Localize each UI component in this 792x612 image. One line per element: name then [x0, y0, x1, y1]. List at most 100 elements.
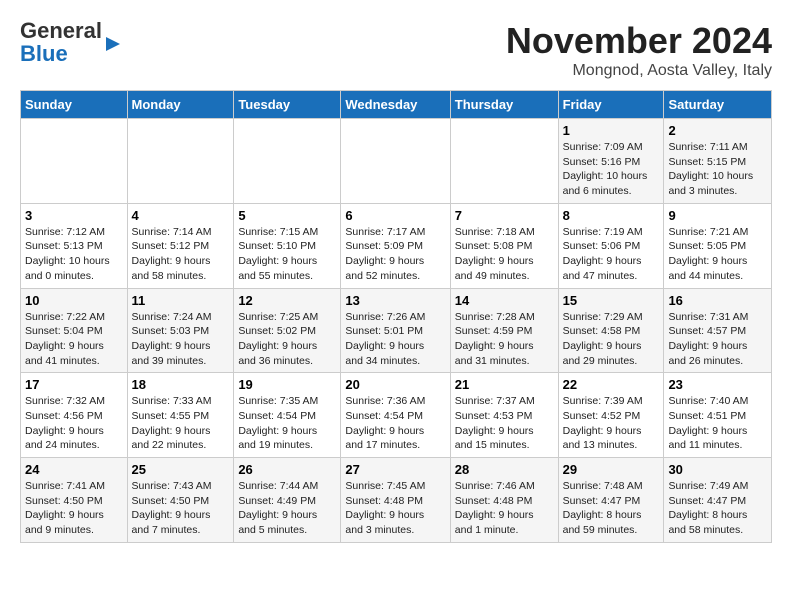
calendar-cell: 17Sunrise: 7:32 AM Sunset: 4:56 PM Dayli…: [21, 373, 128, 458]
calendar-week-row: 24Sunrise: 7:41 AM Sunset: 4:50 PM Dayli…: [21, 458, 772, 543]
day-number: 8: [563, 208, 660, 223]
calendar-cell: [450, 119, 558, 204]
calendar-week-row: 1 Sunrise: 7:09 AM Sunset: 5:16 PM Daylig…: [21, 119, 772, 204]
day-number: 18: [132, 377, 230, 392]
day-info: Sunrise: 7:31 AM Sunset: 4:57 PM Dayligh…: [668, 310, 767, 369]
calendar-cell: 14 Sunrise: 7:28 AM Sunset: 4:59 PM Dayli…: [450, 288, 558, 373]
calendar-cell: 2Sunrise: 7:11 AM Sunset: 5:15 PM Daylig…: [664, 119, 772, 204]
day-number: 22: [563, 377, 660, 392]
day-number: 7: [455, 208, 554, 223]
day-info: Sunrise: 7:48 AM Sunset: 4:47 PM Dayligh…: [563, 479, 660, 538]
day-number: 1: [563, 123, 660, 138]
day-number: 3: [25, 208, 123, 223]
day-number: 10: [25, 293, 123, 308]
calendar-cell: 19 Sunrise: 7:35 AM Sunset: 4:54 PM Dayli…: [234, 373, 341, 458]
day-info: Sunrise: 7:45 AM Sunset: 4:48 PM Dayligh…: [345, 479, 445, 538]
calendar-cell: 26 Sunrise: 7:44 AM Sunset: 4:49 PM Dayli…: [234, 458, 341, 543]
day-info: Sunrise: 7:43 AM Sunset: 4:50 PM Dayligh…: [132, 479, 230, 538]
calendar-cell: [21, 119, 128, 204]
calendar-cell: 18 Sunrise: 7:33 AM Sunset: 4:55 PM Dayli…: [127, 373, 234, 458]
calendar-cell: 27Sunrise: 7:45 AM Sunset: 4:48 PM Dayli…: [341, 458, 450, 543]
logo: General Blue: [20, 20, 122, 66]
day-info: Sunrise: 7:14 AM Sunset: 5:12 PM Dayligh…: [132, 225, 230, 284]
day-number: 4: [132, 208, 230, 223]
header: General Blue November 2024 Mongnod, Aost…: [20, 20, 772, 80]
calendar-cell: [341, 119, 450, 204]
logo-blue: Blue: [20, 41, 68, 66]
weekday-header-saturday: Saturday: [664, 91, 772, 119]
day-info: Sunrise: 7:46 AM Sunset: 4:48 PM Dayligh…: [455, 479, 554, 538]
calendar-cell: 11Sunrise: 7:24 AM Sunset: 5:03 PM Dayli…: [127, 288, 234, 373]
calendar-cell: 4 Sunrise: 7:14 AM Sunset: 5:12 PM Daylig…: [127, 203, 234, 288]
logo-general: General: [20, 18, 102, 43]
calendar-header-row: SundayMondayTuesdayWednesdayThursdayFrid…: [21, 91, 772, 119]
day-number: 13: [345, 293, 445, 308]
calendar-week-row: 17Sunrise: 7:32 AM Sunset: 4:56 PM Dayli…: [21, 373, 772, 458]
day-number: 2: [668, 123, 767, 138]
calendar-cell: 3 Sunrise: 7:12 AM Sunset: 5:13 PM Daylig…: [21, 203, 128, 288]
day-info: Sunrise: 7:19 AM Sunset: 5:06 PM Dayligh…: [563, 225, 660, 284]
day-info: Sunrise: 7:49 AM Sunset: 4:47 PM Dayligh…: [668, 479, 767, 538]
day-number: 12: [238, 293, 336, 308]
logo-arrow-icon: [104, 35, 122, 53]
calendar-body: 1 Sunrise: 7:09 AM Sunset: 5:16 PM Daylig…: [21, 119, 772, 543]
day-info: Sunrise: 7:15 AM Sunset: 5:10 PM Dayligh…: [238, 225, 336, 284]
day-info: Sunrise: 7:37 AM Sunset: 4:53 PM Dayligh…: [455, 394, 554, 453]
calendar-cell: 28 Sunrise: 7:46 AM Sunset: 4:48 PM Dayli…: [450, 458, 558, 543]
calendar-cell: 12 Sunrise: 7:25 AM Sunset: 5:02 PM Dayli…: [234, 288, 341, 373]
day-info: Sunrise: 7:33 AM Sunset: 4:55 PM Dayligh…: [132, 394, 230, 453]
day-info: Sunrise: 7:39 AM Sunset: 4:52 PM Dayligh…: [563, 394, 660, 453]
day-number: 20: [345, 377, 445, 392]
day-info: Sunrise: 7:12 AM Sunset: 5:13 PM Dayligh…: [25, 225, 123, 284]
day-info: Sunrise: 7:28 AM Sunset: 4:59 PM Dayligh…: [455, 310, 554, 369]
month-title: November 2024: [506, 20, 772, 62]
day-info: Sunrise: 7:26 AM Sunset: 5:01 PM Dayligh…: [345, 310, 445, 369]
day-number: 28: [455, 462, 554, 477]
calendar-cell: [234, 119, 341, 204]
calendar-table: SundayMondayTuesdayWednesdayThursdayFrid…: [20, 90, 772, 543]
day-number: 30: [668, 462, 767, 477]
weekday-header-sunday: Sunday: [21, 91, 128, 119]
day-info: Sunrise: 7:21 AM Sunset: 5:05 PM Dayligh…: [668, 225, 767, 284]
day-info: Sunrise: 7:32 AM Sunset: 4:56 PM Dayligh…: [25, 394, 123, 453]
calendar-cell: 30 Sunrise: 7:49 AM Sunset: 4:47 PM Dayli…: [664, 458, 772, 543]
calendar-cell: 1 Sunrise: 7:09 AM Sunset: 5:16 PM Daylig…: [558, 119, 664, 204]
day-number: 15: [563, 293, 660, 308]
day-number: 23: [668, 377, 767, 392]
calendar-cell: 20 Sunrise: 7:36 AM Sunset: 4:54 PM Dayli…: [341, 373, 450, 458]
calendar-cell: [127, 119, 234, 204]
day-number: 14: [455, 293, 554, 308]
calendar-cell: 5 Sunrise: 7:15 AM Sunset: 5:10 PM Daylig…: [234, 203, 341, 288]
weekday-header-thursday: Thursday: [450, 91, 558, 119]
calendar-cell: 22 Sunrise: 7:39 AM Sunset: 4:52 PM Dayli…: [558, 373, 664, 458]
day-number: 26: [238, 462, 336, 477]
day-number: 6: [345, 208, 445, 223]
calendar-week-row: 3 Sunrise: 7:12 AM Sunset: 5:13 PM Daylig…: [21, 203, 772, 288]
day-number: 19: [238, 377, 336, 392]
calendar-cell: 23Sunrise: 7:40 AM Sunset: 4:51 PM Dayli…: [664, 373, 772, 458]
day-info: Sunrise: 7:09 AM Sunset: 5:16 PM Dayligh…: [563, 140, 660, 199]
calendar-cell: 7 Sunrise: 7:18 AM Sunset: 5:08 PM Daylig…: [450, 203, 558, 288]
day-info: Sunrise: 7:35 AM Sunset: 4:54 PM Dayligh…: [238, 394, 336, 453]
calendar-cell: 25Sunrise: 7:43 AM Sunset: 4:50 PM Dayli…: [127, 458, 234, 543]
weekday-header-monday: Monday: [127, 91, 234, 119]
weekday-header-friday: Friday: [558, 91, 664, 119]
calendar-cell: 21 Sunrise: 7:37 AM Sunset: 4:53 PM Dayli…: [450, 373, 558, 458]
day-number: 29: [563, 462, 660, 477]
day-info: Sunrise: 7:18 AM Sunset: 5:08 PM Dayligh…: [455, 225, 554, 284]
day-info: Sunrise: 7:22 AM Sunset: 5:04 PM Dayligh…: [25, 310, 123, 369]
calendar-cell: 29 Sunrise: 7:48 AM Sunset: 4:47 PM Dayli…: [558, 458, 664, 543]
calendar-cell: 24Sunrise: 7:41 AM Sunset: 4:50 PM Dayli…: [21, 458, 128, 543]
calendar-cell: 9Sunrise: 7:21 AM Sunset: 5:05 PM Daylig…: [664, 203, 772, 288]
day-number: 21: [455, 377, 554, 392]
calendar-cell: 8 Sunrise: 7:19 AM Sunset: 5:06 PM Daylig…: [558, 203, 664, 288]
day-number: 24: [25, 462, 123, 477]
day-info: Sunrise: 7:44 AM Sunset: 4:49 PM Dayligh…: [238, 479, 336, 538]
day-info: Sunrise: 7:36 AM Sunset: 4:54 PM Dayligh…: [345, 394, 445, 453]
calendar-cell: 6Sunrise: 7:17 AM Sunset: 5:09 PM Daylig…: [341, 203, 450, 288]
day-info: Sunrise: 7:25 AM Sunset: 5:02 PM Dayligh…: [238, 310, 336, 369]
weekday-header-wednesday: Wednesday: [341, 91, 450, 119]
title-area: November 2024 Mongnod, Aosta Valley, Ita…: [506, 20, 772, 80]
weekday-header-tuesday: Tuesday: [234, 91, 341, 119]
day-number: 5: [238, 208, 336, 223]
